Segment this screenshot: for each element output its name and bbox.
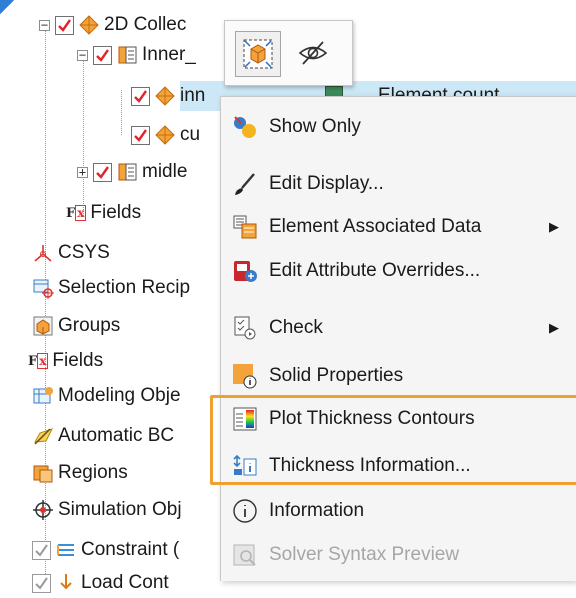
mesh-collector-icon <box>78 14 100 36</box>
tree-item-csys[interactable]: CSYS <box>32 238 110 268</box>
information-icon <box>231 497 259 525</box>
selection-recipe-icon <box>32 277 54 299</box>
fields-icon: Fx <box>28 352 49 369</box>
tree-item-cu-mesh[interactable]: cu <box>131 120 200 150</box>
menu-item-element-associated-data[interactable]: Element Associated Data ▶ <box>231 207 571 247</box>
visibility-checkbox[interactable] <box>93 162 112 182</box>
fields-icon: Fx <box>66 204 87 221</box>
menu-item-label: Solid Properties <box>269 365 404 386</box>
tree-item-label: Regions <box>58 462 128 483</box>
tree-item-label: Inner_ <box>142 44 196 65</box>
tree-item-fields[interactable]: Fx Fields <box>28 346 103 376</box>
menu-item-label: Check <box>269 317 323 338</box>
constraint-icon <box>55 539 77 561</box>
visibility-checkbox[interactable] <box>55 15 74 35</box>
tree-item-label: cu <box>180 124 201 145</box>
show-only-icon <box>231 113 259 141</box>
fit-view-icon <box>243 39 273 69</box>
check-icon <box>231 314 259 342</box>
submenu-arrow-icon: ▶ <box>549 219 559 234</box>
callout-highlight-box <box>210 395 576 485</box>
tree-item-2d-collector[interactable]: − 2D Collec <box>39 10 186 40</box>
tree-item-groups[interactable]: Groups <box>32 311 120 341</box>
edit-display-brush-icon <box>231 170 259 198</box>
tree-item-midle-group[interactable]: + midle <box>77 157 187 187</box>
mesh-icon <box>154 85 176 107</box>
menu-item-solver-syntax-preview: Solver Syntax Preview <box>231 535 571 575</box>
hide-button[interactable] <box>291 31 335 75</box>
tree-item-label: Fields <box>52 350 104 371</box>
csys-icon <box>32 242 54 264</box>
tree-item-label: Simulation Obj <box>58 499 182 520</box>
mesh-icon <box>154 124 176 146</box>
tree-item-label: midle <box>142 161 188 182</box>
simulation-objects-icon <box>32 499 54 521</box>
menu-item-label: Show Only <box>269 116 361 137</box>
hide-icon <box>298 41 328 65</box>
automatic-bc-icon <box>32 425 54 447</box>
menu-item-edit-display[interactable]: Edit Display... <box>231 164 571 204</box>
visibility-checkbox[interactable] <box>93 45 112 65</box>
tree-item-automatic-bc[interactable]: Automatic BC <box>32 421 174 451</box>
tree-item-label: Groups <box>58 315 121 336</box>
tree-item-label: Fields <box>90 202 142 223</box>
menu-item-information[interactable]: Information <box>231 491 571 531</box>
tree-line <box>121 90 122 135</box>
tree-item-label: Selection Recip <box>58 277 191 298</box>
tree-item-label: 2D Collec <box>104 14 187 35</box>
menu-item-label: Edit Attribute Overrides... <box>269 260 481 281</box>
tree-item-selection-recipe[interactable]: Selection Recip <box>32 273 190 303</box>
context-menu: Show Only Edit Display... Element Associ… <box>220 96 576 581</box>
tree-item-label: inn <box>180 85 206 106</box>
submenu-arrow-icon: ▶ <box>549 320 559 335</box>
tree-item-label: Modeling Obje <box>58 385 181 406</box>
tree-line <box>83 60 84 216</box>
menu-item-solid-properties[interactable]: Solid Properties <box>231 356 571 396</box>
tree-item-label: Constraint ( <box>81 539 180 560</box>
edit-attribute-overrides-icon <box>231 257 259 285</box>
corner-accent <box>0 0 14 14</box>
tree-item-simulation-objects[interactable]: Simulation Obj <box>32 495 182 525</box>
menu-item-label: Edit Display... <box>269 173 384 194</box>
groups-icon <box>32 315 54 337</box>
mesh-group-icon <box>116 161 138 183</box>
tree-item-label: Automatic BC <box>58 425 175 446</box>
visibility-checkbox[interactable] <box>32 540 51 560</box>
menu-item-label: Solver Syntax Preview <box>269 544 460 565</box>
menu-item-check[interactable]: Check ▶ <box>231 308 571 348</box>
modeling-objects-icon <box>32 385 54 407</box>
menu-item-label: Information <box>269 500 365 521</box>
regions-icon <box>32 462 54 484</box>
tree-item-fields-sub[interactable]: Fx Fields <box>66 198 141 228</box>
tree-item-inner-group[interactable]: − Inner_ <box>77 40 196 70</box>
solver-syntax-preview-icon <box>231 541 259 569</box>
element-associated-data-icon <box>231 213 259 241</box>
visibility-checkbox[interactable] <box>131 86 150 106</box>
tree-item-label: CSYS <box>58 242 110 263</box>
visibility-checkbox[interactable] <box>32 573 51 593</box>
tree-item-modeling-objects[interactable]: Modeling Obje <box>32 381 181 411</box>
menu-item-label: Element Associated Data <box>269 216 482 237</box>
tree-item-constraint-container[interactable]: Constraint ( <box>32 535 179 565</box>
solid-properties-icon <box>231 362 259 390</box>
expand-expander[interactable]: + <box>77 166 88 178</box>
tree-item-regions[interactable]: Regions <box>32 458 128 488</box>
visibility-checkbox[interactable] <box>131 125 150 145</box>
tree-item-load-container[interactable]: Load Cont <box>32 568 169 598</box>
mini-toolbar <box>224 20 353 86</box>
mesh-group-icon <box>116 44 138 66</box>
load-container-icon <box>55 572 77 594</box>
fit-view-button[interactable] <box>235 31 281 77</box>
tree-item-inn-mesh[interactable]: inn <box>131 81 205 111</box>
menu-item-edit-attribute-overrides[interactable]: Edit Attribute Overrides... <box>231 251 571 291</box>
collapse-expander[interactable]: − <box>77 49 88 61</box>
collapse-expander[interactable]: − <box>39 19 50 31</box>
tree-item-label: Load Cont <box>81 572 169 593</box>
menu-item-show-only[interactable]: Show Only <box>231 107 571 147</box>
